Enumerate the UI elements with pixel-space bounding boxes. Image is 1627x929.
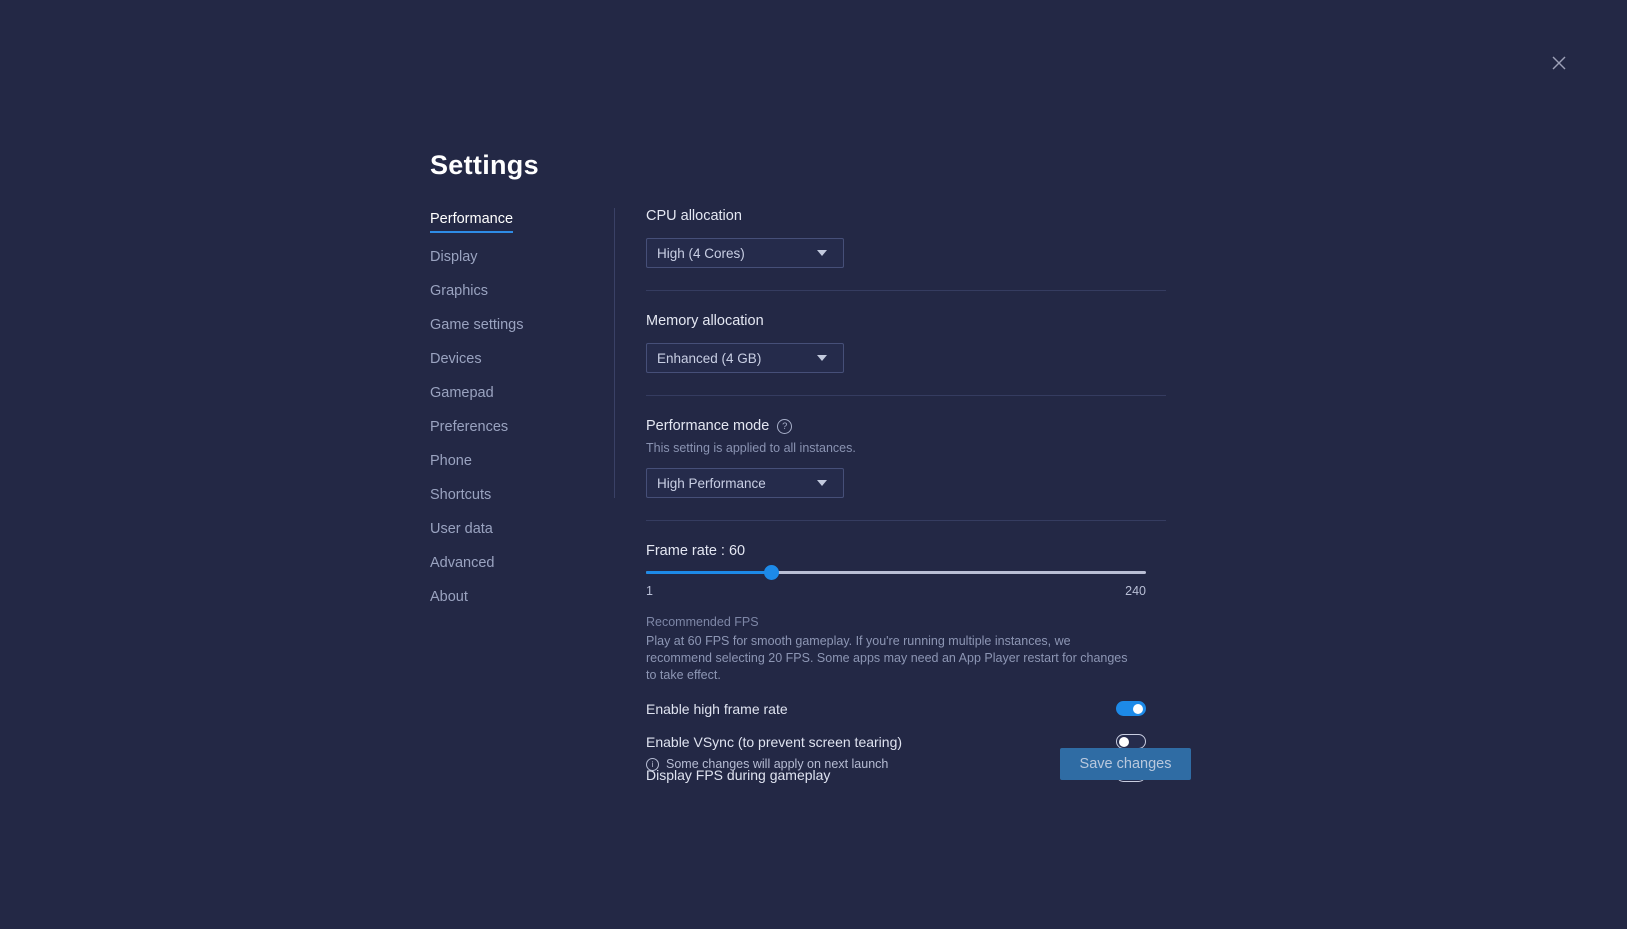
sidebar-item-display[interactable]: Display	[430, 250, 478, 267]
sidebar-item-performance[interactable]: Performance	[430, 212, 514, 233]
cpu-allocation-label: CPU allocation	[646, 208, 742, 224]
cpu-allocation-section: CPU allocation High (4 Cores)	[646, 208, 1166, 291]
chevron-down-icon	[817, 250, 827, 256]
settings-sidebar: Performance Display Graphics Game settin…	[430, 212, 605, 624]
next-launch-note: i Some changes will apply on next launch	[646, 757, 888, 771]
sidebar-item-advanced[interactable]: Advanced	[430, 556, 495, 573]
close-icon	[1552, 56, 1566, 70]
frame-rate-slider-track[interactable]	[646, 565, 1146, 580]
sidebar-item-shortcuts[interactable]: Shortcuts	[430, 488, 491, 505]
recommended-fps-title: Recommended FPS	[646, 615, 759, 629]
toggle-label-high-frame-rate: Enable high frame rate	[646, 700, 788, 717]
performance-mode-value: High Performance	[657, 475, 766, 491]
chevron-down-icon	[817, 355, 827, 361]
chevron-down-icon	[817, 480, 827, 486]
sidebar-divider	[614, 208, 615, 498]
close-window-button[interactable]	[1548, 52, 1570, 74]
memory-allocation-value: Enhanced (4 GB)	[657, 350, 762, 366]
memory-allocation-section: Memory allocation Enhanced (4 GB)	[646, 313, 1166, 396]
frame-rate-range: 1 240	[646, 584, 1146, 598]
performance-mode-description: This setting is applied to all instances…	[646, 441, 856, 455]
frame-rate-label: Frame rate : 60	[646, 543, 746, 559]
frame-rate-slider-thumb[interactable]	[763, 565, 779, 580]
sidebar-item-user-data[interactable]: User data	[430, 522, 493, 539]
frame-rate-slider-fill	[646, 571, 771, 574]
recommended-fps-body: Play at 60 FPS for smooth gameplay. If y…	[646, 634, 1128, 682]
frame-rate-max-label: 240	[1125, 584, 1146, 598]
save-changes-button[interactable]: Save changes	[1060, 748, 1191, 780]
performance-mode-select[interactable]: High Performance	[646, 468, 844, 498]
frame-rate-slider-wrap: Frame rate : 60 1 240	[646, 543, 1146, 598]
next-launch-note-text: Some changes will apply on next launch	[666, 757, 889, 771]
sidebar-item-devices[interactable]: Devices	[430, 352, 482, 369]
help-circle-icon[interactable]: ?	[777, 419, 793, 434]
sidebar-item-graphics[interactable]: Graphics	[430, 284, 488, 301]
toggle-high-frame-rate[interactable]	[1116, 701, 1146, 717]
toggle-knob	[1119, 736, 1129, 747]
page-title: Settings	[430, 150, 539, 180]
performance-mode-label: Performance mode?	[646, 418, 1166, 435]
cpu-allocation-value: High (4 Cores)	[657, 245, 745, 261]
performance-mode-section: Performance mode? This setting is applie…	[646, 418, 1166, 521]
performance-mode-label-text: Performance mode	[646, 418, 770, 434]
settings-footer: i Some changes will apply on next launch…	[646, 748, 1191, 780]
toggle-knob	[1133, 703, 1143, 714]
info-circle-icon: i	[646, 757, 659, 771]
frame-rate-min-label: 1	[646, 584, 653, 598]
sidebar-item-preferences[interactable]: Preferences	[430, 420, 508, 437]
sidebar-item-game-settings[interactable]: Game settings	[430, 318, 524, 335]
memory-allocation-label: Memory allocation	[646, 313, 764, 329]
settings-content: CPU allocation High (4 Cores) Memory all…	[646, 208, 1166, 827]
cpu-allocation-select[interactable]: High (4 Cores)	[646, 238, 844, 268]
toggle-vsync[interactable]	[1116, 734, 1146, 750]
sidebar-item-about[interactable]: About	[430, 590, 468, 607]
memory-allocation-select[interactable]: Enhanced (4 GB)	[646, 343, 844, 373]
sidebar-item-gamepad[interactable]: Gamepad	[430, 386, 494, 403]
toggle-row-high-frame-rate: Enable high frame rate	[646, 701, 1146, 717]
sidebar-item-phone[interactable]: Phone	[430, 454, 472, 471]
